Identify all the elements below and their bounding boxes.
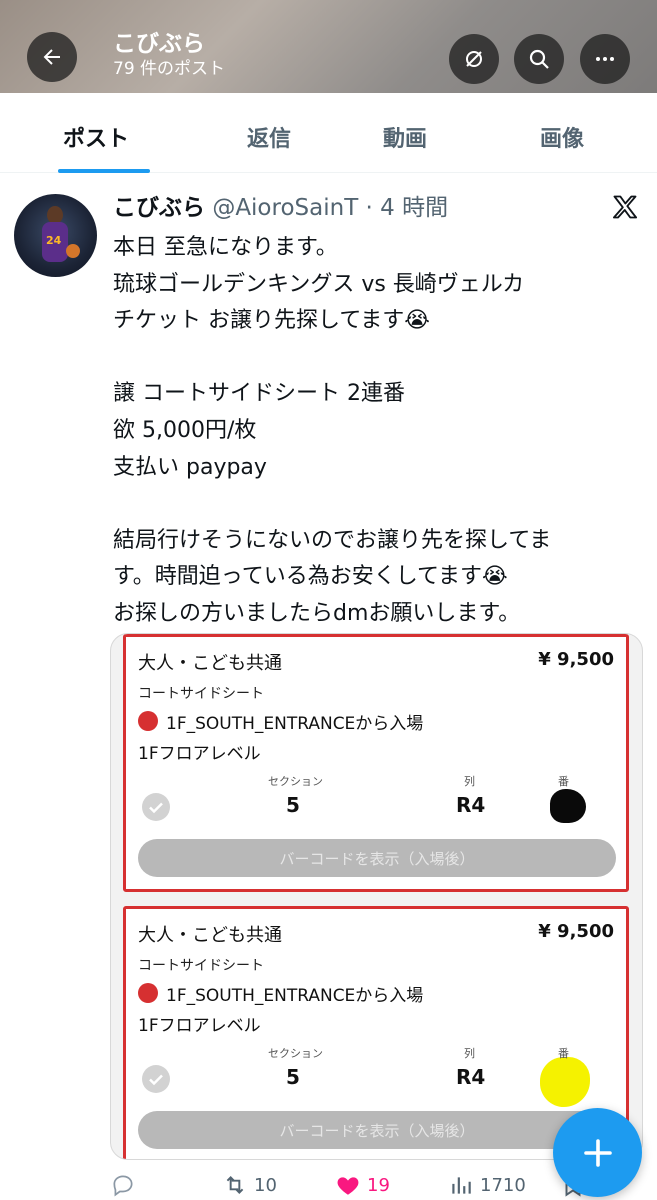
tab-posts[interactable]: ポスト: [63, 121, 129, 153]
more-button[interactable]: [580, 34, 630, 84]
section-label: セクション: [268, 775, 323, 788]
section-value: 5: [286, 1065, 300, 1089]
post-header: こびぶら @AioroSainT · 4 時間: [113, 193, 448, 223]
reply-icon: [113, 1175, 133, 1197]
redaction-mark: [540, 1057, 590, 1107]
active-tab-indicator: [58, 169, 150, 173]
ticket-level: 1Fフロアレベル: [138, 744, 261, 764]
ticket-type: 大人・こども共通: [138, 925, 282, 946]
check-icon: [142, 793, 170, 821]
tab-images[interactable]: 画像: [540, 121, 584, 153]
number-label: 番: [558, 775, 569, 788]
redaction-mark: [550, 789, 586, 823]
barcode-button: バーコードを表示（入場後）: [138, 839, 616, 877]
ticket-entrance: 1F_SOUTH_ENTRANCEから入場: [166, 714, 424, 734]
check-icon: [142, 1065, 170, 1093]
retweet-count: 10: [254, 1174, 277, 1196]
entrance-dot-icon: [138, 711, 158, 731]
section-value: 5: [286, 793, 300, 817]
profile-header: こびぶら 79 件のポスト: [0, 0, 657, 93]
ticket-price: ¥ 9,500: [538, 921, 614, 942]
like-count: 19: [367, 1174, 390, 1196]
post-handle-time[interactable]: @AioroSainT · 4 時間: [212, 195, 448, 221]
ticket-type: 大人・こども共通: [138, 653, 282, 674]
ticket-level: 1Fフロアレベル: [138, 1016, 261, 1036]
post-display-name[interactable]: こびぶら: [113, 195, 205, 221]
heart-icon: [337, 1177, 359, 1195]
x-logo-icon: [612, 195, 638, 219]
hide-icon: [466, 51, 482, 67]
ticket-seat-type: コートサイドシート: [138, 958, 264, 974]
avatar[interactable]: 24: [14, 194, 97, 277]
ticket-entrance: 1F_SOUTH_ENTRANCEから入場: [166, 986, 424, 1006]
row-value: R4: [456, 1065, 486, 1089]
ticket-seat-type: コートサイドシート: [138, 686, 264, 702]
post-count: 79 件のポスト: [113, 59, 226, 79]
profile-tabs: ポスト 返信 動画 画像: [0, 93, 657, 173]
ticket-card: 大人・こども共通 ¥ 9,500 コートサイドシート 1F_SOUTH_ENTR…: [123, 906, 629, 1159]
search-icon: [529, 49, 549, 69]
hide-button[interactable]: [449, 34, 499, 84]
row-value: R4: [456, 793, 486, 817]
post-text: 本日 至急になります。 琉球ゴールデンキングス vs 長崎ヴェルカ チケット お…: [113, 235, 552, 626]
more-icon: [596, 57, 614, 61]
views-button[interactable]: 1710: [448, 1172, 526, 1198]
tab-videos[interactable]: 動画: [383, 121, 427, 153]
back-button[interactable]: [27, 32, 77, 82]
entrance-dot-icon: [138, 983, 158, 1003]
reply-button[interactable]: [110, 1172, 142, 1198]
profile-title: こびぶら 79 件のポスト: [113, 30, 225, 80]
tab-replies[interactable]: 返信: [247, 121, 291, 153]
back-arrow-icon: [43, 49, 60, 65]
compose-post-button[interactable]: [553, 1108, 642, 1197]
ticket-card: 大人・こども共通 ¥ 9,500 コートサイドシート 1F_SOUTH_ENTR…: [123, 634, 629, 892]
profile-name: こびぶら: [113, 31, 205, 57]
retweet-icon: [226, 1176, 244, 1194]
section-label: セクション: [268, 1047, 323, 1060]
number-label: 番: [558, 1047, 569, 1060]
ticket-price: ¥ 9,500: [538, 649, 614, 670]
views-icon: [452, 1177, 471, 1194]
row-label: 列: [464, 1047, 475, 1060]
barcode-button: バーコードを表示（入場後）: [138, 1111, 616, 1149]
retweet-button[interactable]: 10: [222, 1172, 277, 1198]
plus-icon: [583, 1138, 612, 1167]
search-button[interactable]: [514, 34, 564, 84]
views-count: 1710: [480, 1174, 526, 1196]
row-label: 列: [464, 775, 475, 788]
post-image[interactable]: 大人・こども共通 ¥ 9,500 コートサイドシート 1F_SOUTH_ENTR…: [110, 633, 643, 1160]
like-button[interactable]: 19: [335, 1172, 390, 1198]
